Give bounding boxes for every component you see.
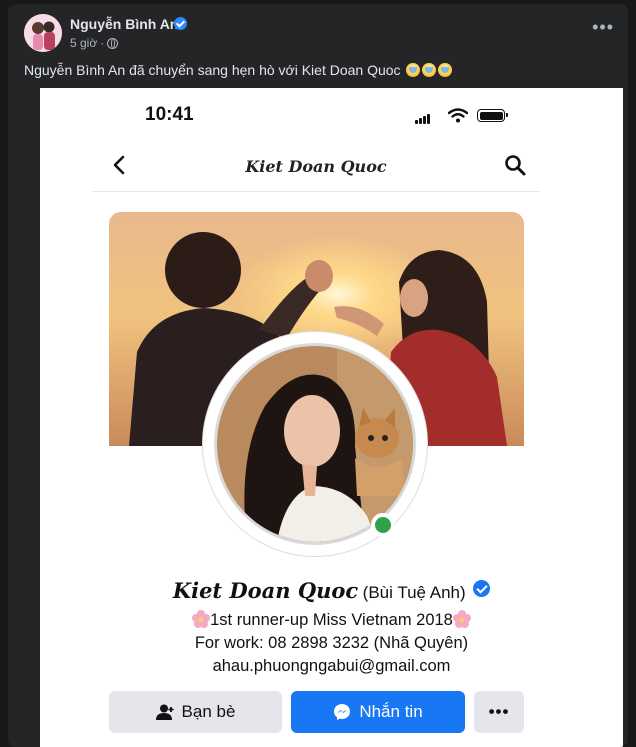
globe-icon[interactable] — [107, 37, 119, 49]
meta-separator: · — [100, 36, 105, 50]
profile-name: Kiet Doan Quoc — [172, 578, 359, 603]
crying-emoji-icon — [406, 63, 421, 77]
profile-navbar: Kiet Doan Quoc — [92, 142, 540, 192]
friends-button[interactable]: Bạn bè — [109, 691, 282, 733]
more-icon[interactable]: ••• — [592, 18, 614, 36]
verified-badge-icon — [473, 580, 491, 597]
post-text: Nguyễn Bình An đã chuyển sang hẹn hò với… — [24, 62, 453, 78]
profile-bio: 1st runner-up Miss Vietnam 2018 For work… — [40, 609, 623, 678]
online-status-indicator — [371, 513, 395, 537]
post-meta: 5 giờ · — [70, 36, 119, 50]
friends-button-label: Bạn bè — [181, 702, 236, 721]
crying-emoji-icon — [438, 63, 453, 77]
wifi-icon — [448, 108, 468, 123]
post-header: Nguyễn Bình An 5 giờ · ••• — [8, 4, 628, 56]
verified-badge-icon — [174, 17, 187, 30]
bio-line-2: For work: 08 2898 3232 (Nhã Quyên) — [194, 634, 469, 652]
post-time[interactable]: 5 giờ — [70, 36, 97, 50]
crying-emoji-icon — [422, 63, 437, 77]
profile-screenshot[interactable]: 10:41 Kiet Doan Quoc Kiet Doan Quoc (Bùi… — [40, 88, 623, 747]
profile-name-row: Kiet Doan Quoc (Bùi Tuệ Anh) — [40, 578, 623, 603]
status-time: 10:41 — [145, 104, 194, 125]
facebook-post: Nguyễn Bình An 5 giờ · ••• Nguyễn Bình A… — [8, 4, 628, 747]
battery-icon — [477, 109, 508, 122]
flower-icon — [192, 610, 211, 628]
author-avatar[interactable] — [24, 14, 62, 52]
search-icon[interactable] — [504, 154, 526, 176]
add-friend-icon — [155, 704, 174, 720]
flower-icon — [452, 610, 471, 628]
bio-line-3[interactable]: ahau.phuongngabui@gmail.com — [40, 655, 623, 678]
message-button[interactable]: Nhắn tin — [291, 691, 465, 733]
profile-more-button[interactable]: ••• — [474, 691, 524, 733]
bio-line-1: 1st runner-up Miss Vietnam 2018 — [40, 609, 623, 632]
profile-alt-name: (Bùi Tuệ Anh) — [362, 583, 466, 602]
messenger-icon — [334, 704, 351, 720]
message-button-label: Nhắn tin — [359, 702, 423, 721]
post-body: Nguyễn Bình An đã chuyển sang hẹn hò với… — [24, 62, 401, 78]
signal-icon — [415, 114, 431, 124]
author-name[interactable]: Nguyễn Bình An — [70, 16, 178, 32]
nav-title: Kiet Doan Quoc — [245, 157, 387, 176]
